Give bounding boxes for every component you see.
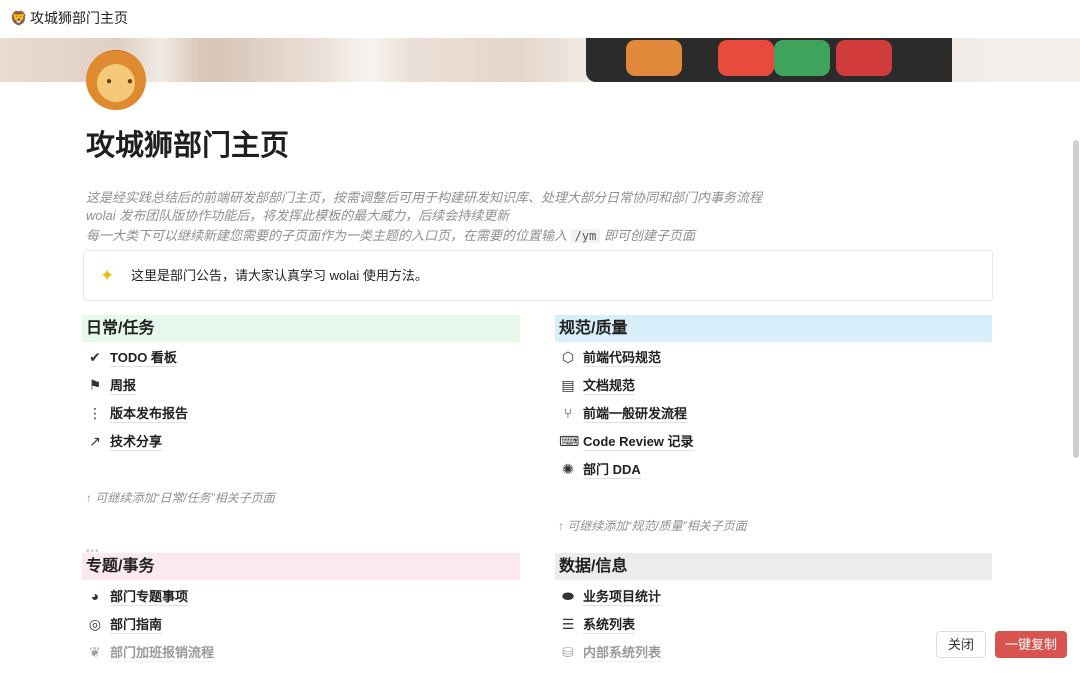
page-link-label: 部门指南 <box>110 617 163 634</box>
flag-icon: ⚑ <box>88 377 102 393</box>
vertical-scrollbar[interactable] <box>1073 140 1079 458</box>
section-title: 规范/质量 <box>559 320 628 337</box>
sparkle-icon: ✦ <box>100 266 115 285</box>
inline-code: /ym <box>570 229 601 243</box>
page-link-code-spec[interactable]: ⬡ 前端代码规范 <box>555 347 855 367</box>
page-link-topics[interactable]: ◕ 部门专题事项 <box>82 586 382 606</box>
page-link-doc-spec[interactable]: ▤ 文档规范 <box>555 375 855 395</box>
section-header-topics: 专题/事务 <box>82 553 520 580</box>
share-icon: ↗ <box>89 433 101 449</box>
page-link-label: 技术分享 <box>110 434 163 451</box>
window-title: 攻城狮部门主页 <box>30 10 128 26</box>
page-link-todo[interactable]: ✔ TODO 看板 <box>82 347 382 367</box>
server-icon: ☰ <box>561 616 575 632</box>
section-title: 专题/事务 <box>86 558 155 575</box>
close-button[interactable]: 关闭 <box>936 631 986 658</box>
window-titlebar: 🦁 攻城狮部门主页 <box>0 0 1080 38</box>
desc-text: 每一大类下可以继续新建您需要的子页面作为一类主题的入口页，在需要的位置输入 <box>86 228 568 243</box>
add-subpage-hint: ↑ 可继续添加“规范/质量”相关子页面 <box>558 519 747 533</box>
page-avatar-lion-icon: ● ● <box>86 50 146 110</box>
page-description-line: wolai 发布团队版协作功能后，将发挥此模板的最大威力，后续会持续更新 <box>86 208 510 223</box>
page-title: 攻城狮部门主页 <box>86 130 290 162</box>
page-link-label: 部门加班报销流程 <box>110 645 215 662</box>
one-click-copy-button[interactable]: 一键复制 <box>995 631 1067 658</box>
cover-image <box>0 38 1080 82</box>
page-link-tech-share[interactable]: ↗ 技术分享 <box>82 431 382 451</box>
page-description-line: 每一大类下可以继续新建您需要的子页面作为一类主题的入口页，在需要的位置输入 /y… <box>86 227 695 245</box>
section-header-daily: 日常/任务 <box>82 315 520 342</box>
page-link-label: 版本发布报告 <box>110 406 189 423</box>
page-link-weekly[interactable]: ⚑ 周报 <box>82 375 382 395</box>
cover-fold <box>330 38 410 82</box>
phone-app-icon <box>836 40 892 76</box>
spider-icon: ✺ <box>562 461 574 477</box>
page-link-internal-systems[interactable]: ⛁ 内部系统列表 <box>555 642 855 662</box>
page-link-guide[interactable]: ◎ 部门指南 <box>82 614 382 634</box>
page-link-label: 系统列表 <box>583 617 636 634</box>
page-link-label: 周报 <box>110 378 137 395</box>
page-link-label: 部门专题事项 <box>110 589 189 606</box>
page-link-label: 前端一般研发流程 <box>583 406 688 423</box>
laptop-code-icon: ⌨ <box>559 433 580 449</box>
page-link-project-stats[interactable]: ⬬ 业务项目统计 <box>555 586 855 606</box>
page-link-label: Code Review 记录 <box>583 434 694 451</box>
page-link-code-review[interactable]: ⌨ Code Review 记录 <box>555 431 855 451</box>
page-link-label: 部门 DDA <box>583 462 641 479</box>
section-header-spec: 规范/质量 <box>555 315 992 342</box>
page-link-dev-flow[interactable]: ⑂ 前端一般研发流程 <box>555 403 855 423</box>
page-link-label: 业务项目统计 <box>583 589 662 606</box>
leaf-icon: ❦ <box>89 644 101 660</box>
page-link-system-list[interactable]: ☰ 系统列表 <box>555 614 855 634</box>
html5-icon: ⬡ <box>561 349 575 365</box>
section-title: 日常/任务 <box>86 320 155 337</box>
page-link-overtime[interactable]: ❦ 部门加班报销流程 <box>82 642 382 662</box>
page-link-label: 文档规范 <box>583 378 636 395</box>
desc-text: 即可创建子页面 <box>603 228 695 243</box>
phone-app-icon <box>626 40 682 76</box>
page-link-dda[interactable]: ✺ 部门 DDA <box>555 459 855 479</box>
page-link-label: 前端代码规范 <box>583 350 662 367</box>
section-header-data: 数据/信息 <box>555 553 992 580</box>
lion-face: ● ● <box>106 76 139 87</box>
compass-icon: ◎ <box>88 616 102 632</box>
palette-icon: ◕ <box>90 588 100 604</box>
git-branch-icon: ⑂ <box>563 405 573 421</box>
cover-phone <box>586 38 952 82</box>
traffic-light-icon: ⋮ <box>88 405 102 421</box>
callout-text: 这里是部门公告，请大家认真学习 wolai 使用方法。 <box>131 268 428 283</box>
check-circle-icon: ✔ <box>89 349 101 365</box>
page-link-release[interactable]: ⋮ 版本发布报告 <box>82 403 382 423</box>
database-icon: ⛁ <box>562 644 574 660</box>
pill-icon: ⬬ <box>562 588 574 604</box>
phone-app-icon <box>718 40 774 76</box>
section-title: 数据/信息 <box>559 558 628 575</box>
lion-icon: 🦁 <box>10 10 28 26</box>
page-link-label: TODO 看板 <box>110 350 177 367</box>
phone-app-icon <box>774 40 830 76</box>
page-description-line: 这是经实践总结后的前端研发部部门主页，按需调整后可用于构建研发知识库、处理大部分… <box>86 190 763 205</box>
announcement-callout[interactable]: ✦ 这里是部门公告，请大家认真学习 wolai 使用方法。 <box>83 250 993 301</box>
add-subpage-hint: ↑ 可继续添加“日常/任务”相关子页面 <box>86 491 275 505</box>
document-icon: ▤ <box>561 377 575 393</box>
page-link-label: 内部系统列表 <box>583 645 662 662</box>
